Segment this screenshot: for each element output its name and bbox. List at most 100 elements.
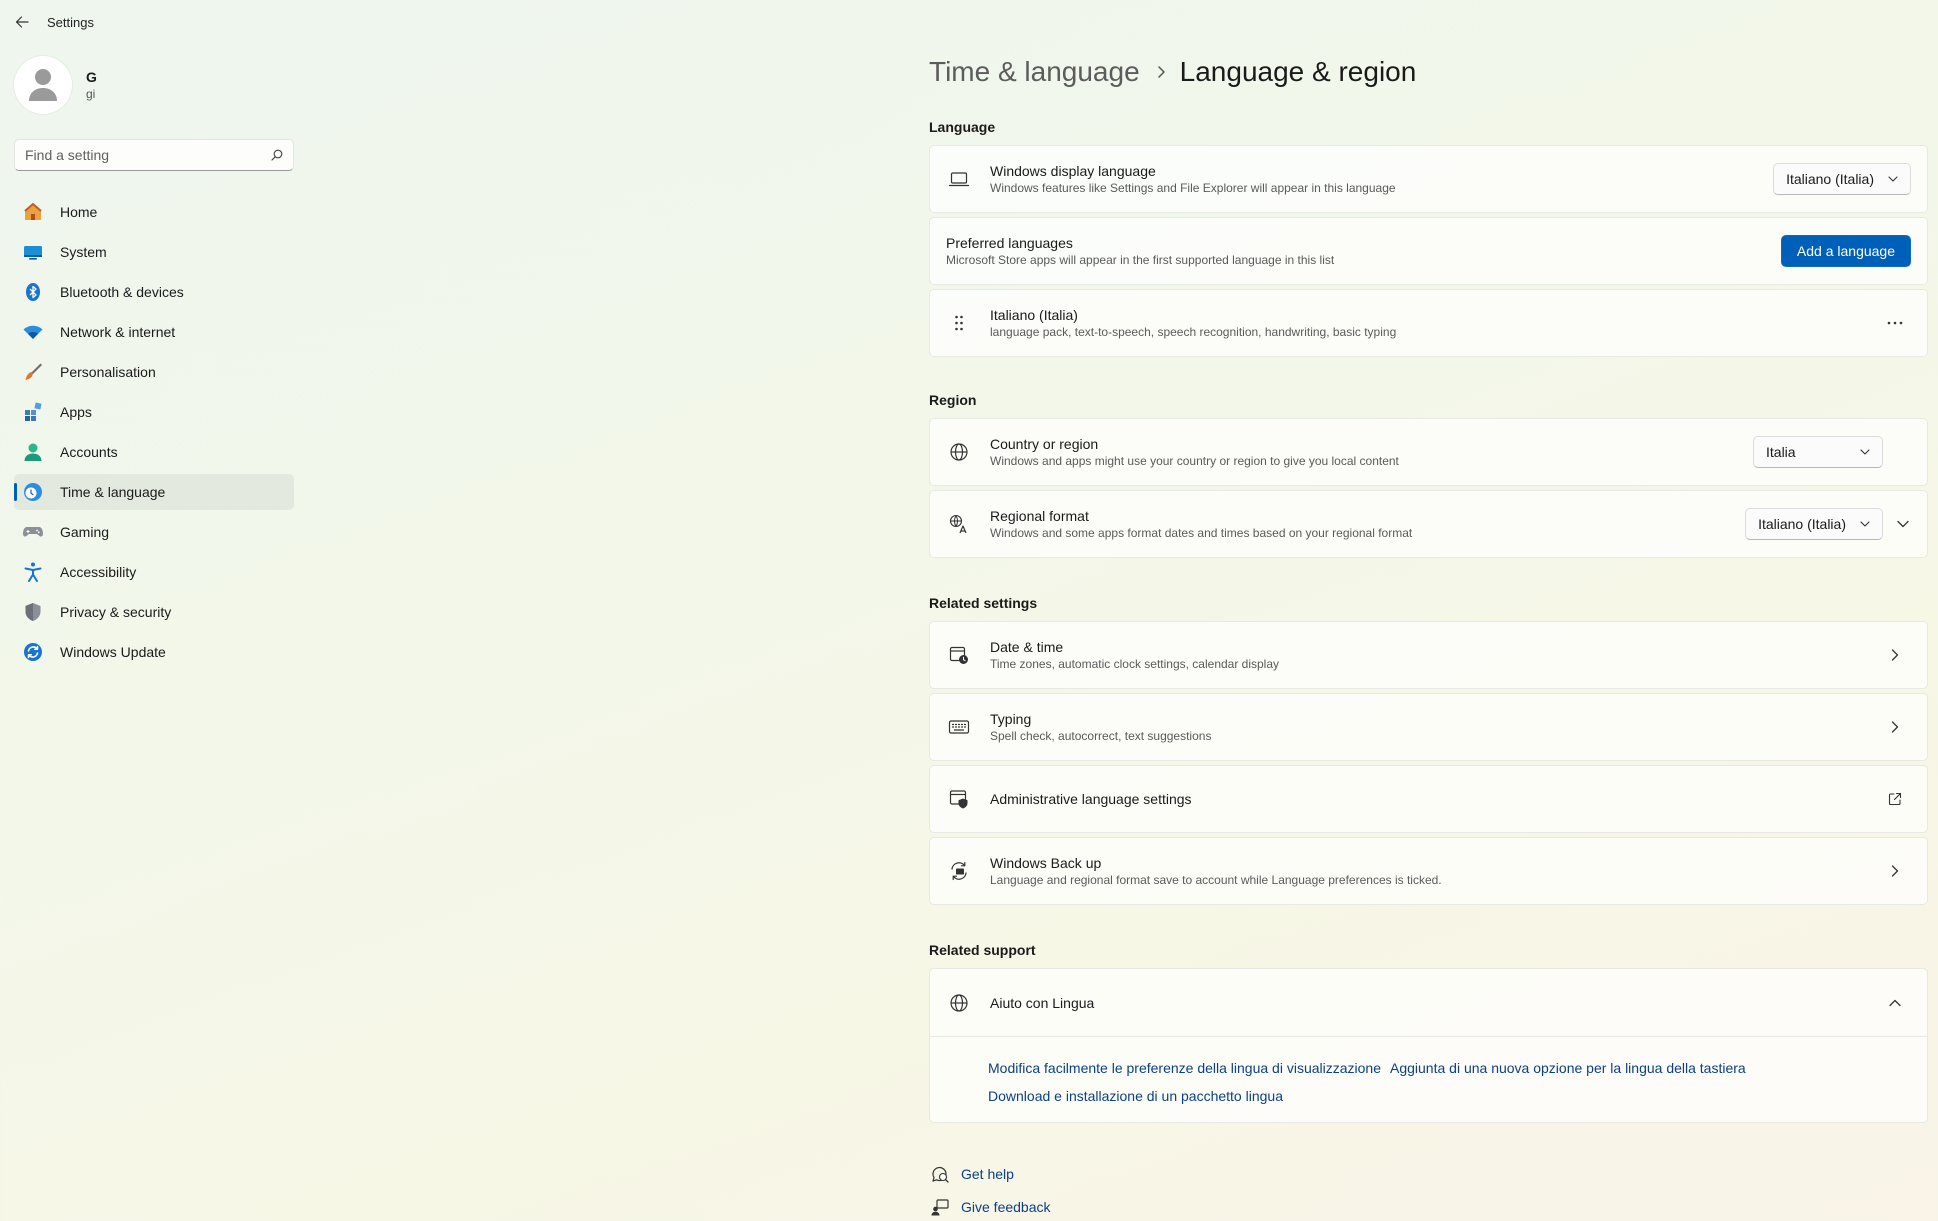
chevron-right-icon [1156, 65, 1166, 79]
sidebar-item-home[interactable]: Home [14, 194, 294, 230]
user-profile[interactable]: G gi [14, 56, 97, 114]
windows-display-language-card: Windows display language Windows feature… [929, 145, 1928, 213]
expand-regional-format-button[interactable] [1887, 508, 1919, 540]
brush-icon [22, 361, 44, 383]
avatar [14, 56, 72, 114]
regional-format-dropdown[interactable]: Italiano (Italia) [1745, 508, 1883, 540]
home-icon [22, 201, 44, 223]
regional-format-card[interactable]: Regional format Windows and some apps fo… [929, 490, 1928, 558]
help-link-language-pack[interactable]: Download e installazione di un pacchetto… [988, 1088, 1283, 1104]
card-subtitle: Windows features like Settings and File … [990, 181, 1396, 195]
card-title: Regional format [990, 508, 1089, 524]
regional-format-icon [948, 513, 970, 535]
card-subtitle: Windows and some apps format dates and t… [990, 526, 1413, 540]
keyboard-icon [948, 716, 970, 738]
sidebar-item-privacy[interactable]: Privacy & security [14, 594, 294, 630]
card-title: Date & time [990, 639, 1064, 655]
card-title: Administrative language settings [990, 791, 1192, 807]
get-help-link[interactable]: Get help [929, 1157, 1928, 1190]
date-time-card[interactable]: Date & time Time zones, automatic clock … [929, 621, 1928, 689]
sidebar: G gi Home System Bluetooth & devices Net… [0, 44, 300, 1221]
card-title: Italiano (Italia) [990, 307, 1078, 323]
preferred-languages-card: Preferred languages Microsoft Store apps… [929, 217, 1928, 285]
more-options-button[interactable] [1879, 307, 1911, 339]
typing-card[interactable]: Typing Spell check, autocorrect, text su… [929, 693, 1928, 761]
sidebar-item-system[interactable]: System [14, 234, 294, 270]
get-help-label[interactable]: Get help [961, 1166, 1014, 1182]
sidebar-item-label: System [60, 244, 107, 260]
main-content: Time & language Language & region Langua… [929, 44, 1928, 1221]
back-button[interactable] [0, 0, 44, 44]
sidebar-item-time-language[interactable]: Time & language [14, 474, 294, 510]
card-title: Preferred languages [946, 235, 1073, 251]
sidebar-item-label: Time & language [60, 484, 166, 500]
help-links: Modifica facilmente le preferenze della … [930, 1037, 1927, 1122]
card-subtitle: Windows and apps might use your country … [990, 454, 1399, 468]
globe-icon [948, 992, 970, 1014]
sidebar-item-label: Privacy & security [60, 604, 172, 620]
calendar-clock-icon [948, 644, 970, 666]
bluetooth-icon [22, 281, 44, 303]
feedback-icon [929, 1196, 951, 1218]
sidebar-item-label: Windows Update [60, 644, 166, 660]
chevron-right-icon [1879, 855, 1911, 887]
accessibility-icon [22, 561, 44, 583]
section-label-related-support: Related support [929, 942, 1036, 958]
sidebar-item-gaming[interactable]: Gaming [14, 514, 294, 550]
country-dropdown[interactable]: Italia [1753, 436, 1883, 468]
installed-language-card[interactable]: Italiano (Italia) language pack, text-to… [929, 289, 1928, 357]
add-language-button[interactable]: Add a language [1780, 235, 1911, 267]
give-feedback-label[interactable]: Give feedback [961, 1199, 1051, 1215]
sidebar-item-label: Accounts [60, 444, 118, 460]
drag-handle-icon[interactable] [948, 312, 970, 334]
card-title: Windows display language [990, 163, 1156, 179]
person-icon [29, 69, 57, 101]
card-title: Country or region [990, 436, 1099, 452]
profile-email: gi [86, 87, 96, 101]
section-label-related-settings: Related settings [929, 595, 1038, 611]
help-with-language-header[interactable]: Aiuto con Lingua [930, 969, 1927, 1037]
update-icon [22, 641, 44, 663]
sidebar-item-label: Apps [60, 404, 92, 420]
card-subtitle: Language and regional format save to acc… [990, 873, 1442, 887]
system-icon [22, 241, 44, 263]
chevron-right-icon [1879, 639, 1911, 671]
chevron-right-icon [1879, 711, 1911, 743]
sidebar-item-network[interactable]: Network & internet [14, 314, 294, 350]
chevron-up-icon[interactable] [1879, 987, 1911, 1019]
windows-backup-card[interactable]: Windows Back up Language and regional fo… [929, 837, 1928, 905]
help-link-display-language[interactable]: Modifica facilmente le preferenze della … [988, 1060, 1381, 1076]
search-box[interactable] [14, 139, 294, 171]
search-icon[interactable] [271, 149, 283, 161]
apps-icon [22, 401, 44, 423]
give-feedback-link[interactable]: Give feedback [929, 1190, 1928, 1221]
help-icon [929, 1163, 951, 1185]
search-input[interactable] [25, 147, 271, 163]
page-title: Language & region [1179, 56, 1417, 87]
sidebar-item-accounts[interactable]: Accounts [14, 434, 294, 470]
chevron-down-icon [1897, 520, 1909, 528]
sidebar-item-label: Personalisation [60, 364, 156, 380]
globe-icon [948, 441, 970, 463]
display-language-dropdown[interactable]: Italiano (Italia) [1773, 163, 1911, 195]
administrative-language-card[interactable]: Administrative language settings [929, 765, 1928, 833]
admin-shield-icon [948, 788, 970, 810]
sidebar-item-bluetooth[interactable]: Bluetooth & devices [14, 274, 294, 310]
sidebar-item-label: Bluetooth & devices [60, 284, 184, 300]
gamepad-icon [22, 521, 44, 543]
backup-icon [948, 860, 970, 882]
back-arrow-icon [15, 16, 29, 28]
card-subtitle: language pack, text-to-speech, speech re… [990, 325, 1397, 339]
dropdown-value: Italia [1766, 444, 1796, 460]
dropdown-value: Italiano (Italia) [1758, 516, 1846, 532]
breadcrumb-parent[interactable]: Time & language [929, 56, 1140, 88]
wifi-icon [22, 321, 44, 343]
card-subtitle: Microsoft Store apps will appear in the … [946, 253, 1335, 267]
sidebar-item-personalisation[interactable]: Personalisation [14, 354, 294, 390]
sidebar-item-label: Gaming [60, 524, 110, 540]
sidebar-item-windows-update[interactable]: Windows Update [14, 634, 294, 670]
help-with-language-card: Aiuto con Lingua Modifica facilmente le … [929, 968, 1928, 1123]
help-link-keyboard-language[interactable]: Aggiunta di una nuova opzione per la lin… [1390, 1060, 1746, 1076]
sidebar-item-accessibility[interactable]: Accessibility [14, 554, 294, 590]
sidebar-item-apps[interactable]: Apps [14, 394, 294, 430]
